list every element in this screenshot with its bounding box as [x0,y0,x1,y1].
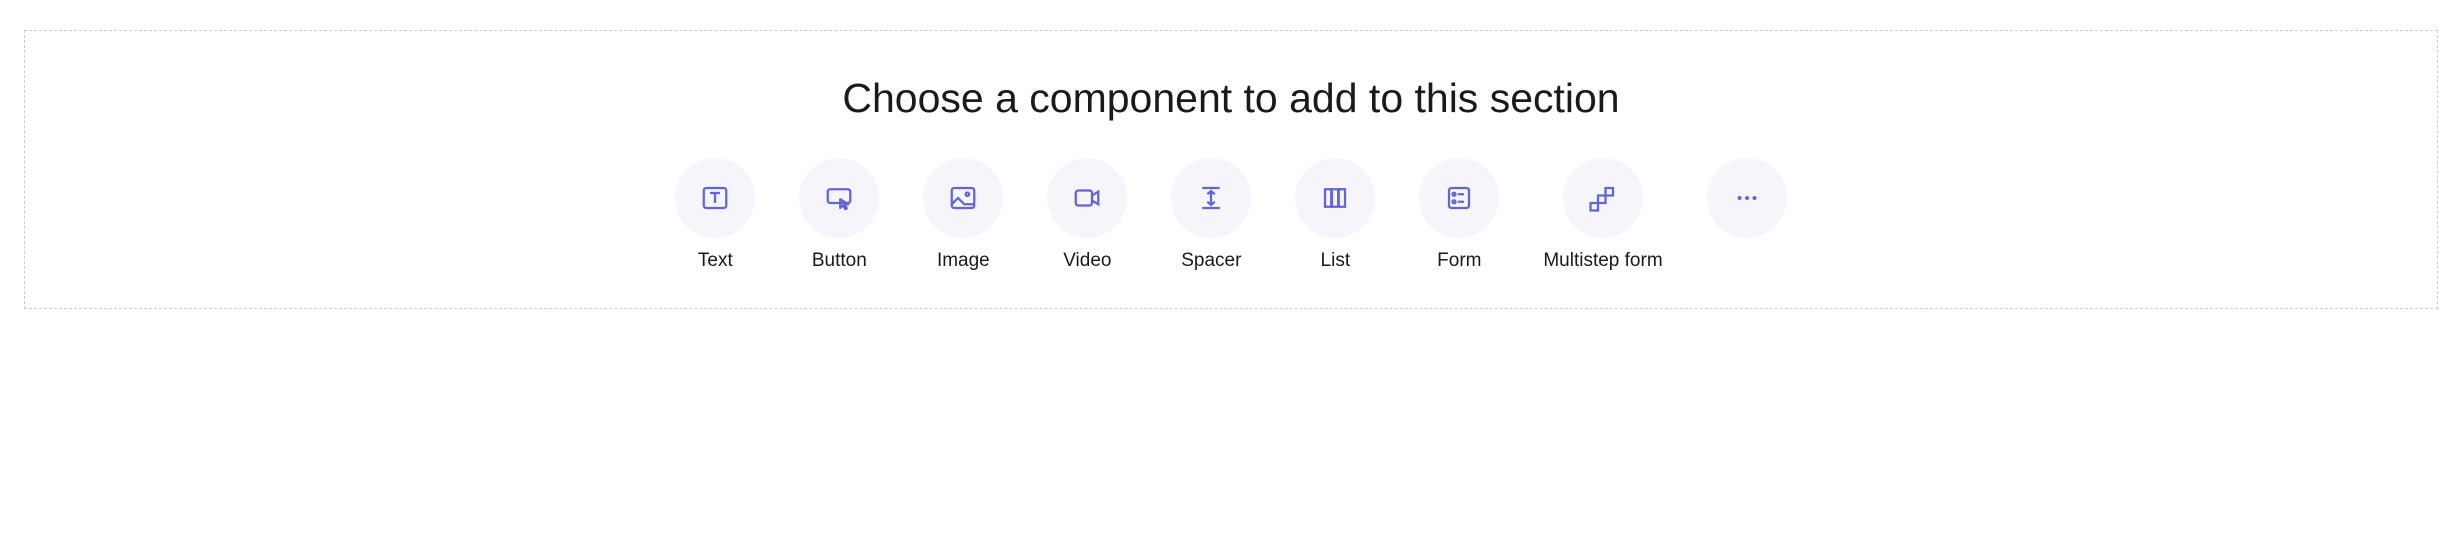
component-label: Video [1063,250,1111,272]
component-text[interactable]: Text [675,158,755,272]
video-icon [1047,158,1127,238]
spacer-icon [1171,158,1251,238]
component-list[interactable]: List [1295,158,1375,272]
component-label: Text [698,250,733,272]
multistep-form-icon [1563,158,1643,238]
component-image[interactable]: Image [923,158,1003,272]
more-icon [1707,158,1787,238]
text-icon [675,158,755,238]
section-title: Choose a component to add to this sectio… [842,75,1619,122]
component-spacer[interactable]: Spacer [1171,158,1251,272]
form-icon [1419,158,1499,238]
add-component-section: Choose a component to add to this sectio… [24,30,2438,309]
component-multistep-form[interactable]: Multistep form [1543,158,1662,272]
component-more[interactable] [1707,158,1787,250]
component-label: Form [1437,250,1481,272]
list-icon [1295,158,1375,238]
component-label: Button [812,250,867,272]
component-label: Multistep form [1543,250,1662,272]
component-button[interactable]: Button [799,158,879,272]
button-icon [799,158,879,238]
component-label: List [1321,250,1351,272]
component-form[interactable]: Form [1419,158,1499,272]
component-video[interactable]: Video [1047,158,1127,272]
component-label: Image [937,250,990,272]
image-icon [923,158,1003,238]
components-row: Text Button Image [675,158,1786,272]
component-label: Spacer [1181,250,1241,272]
